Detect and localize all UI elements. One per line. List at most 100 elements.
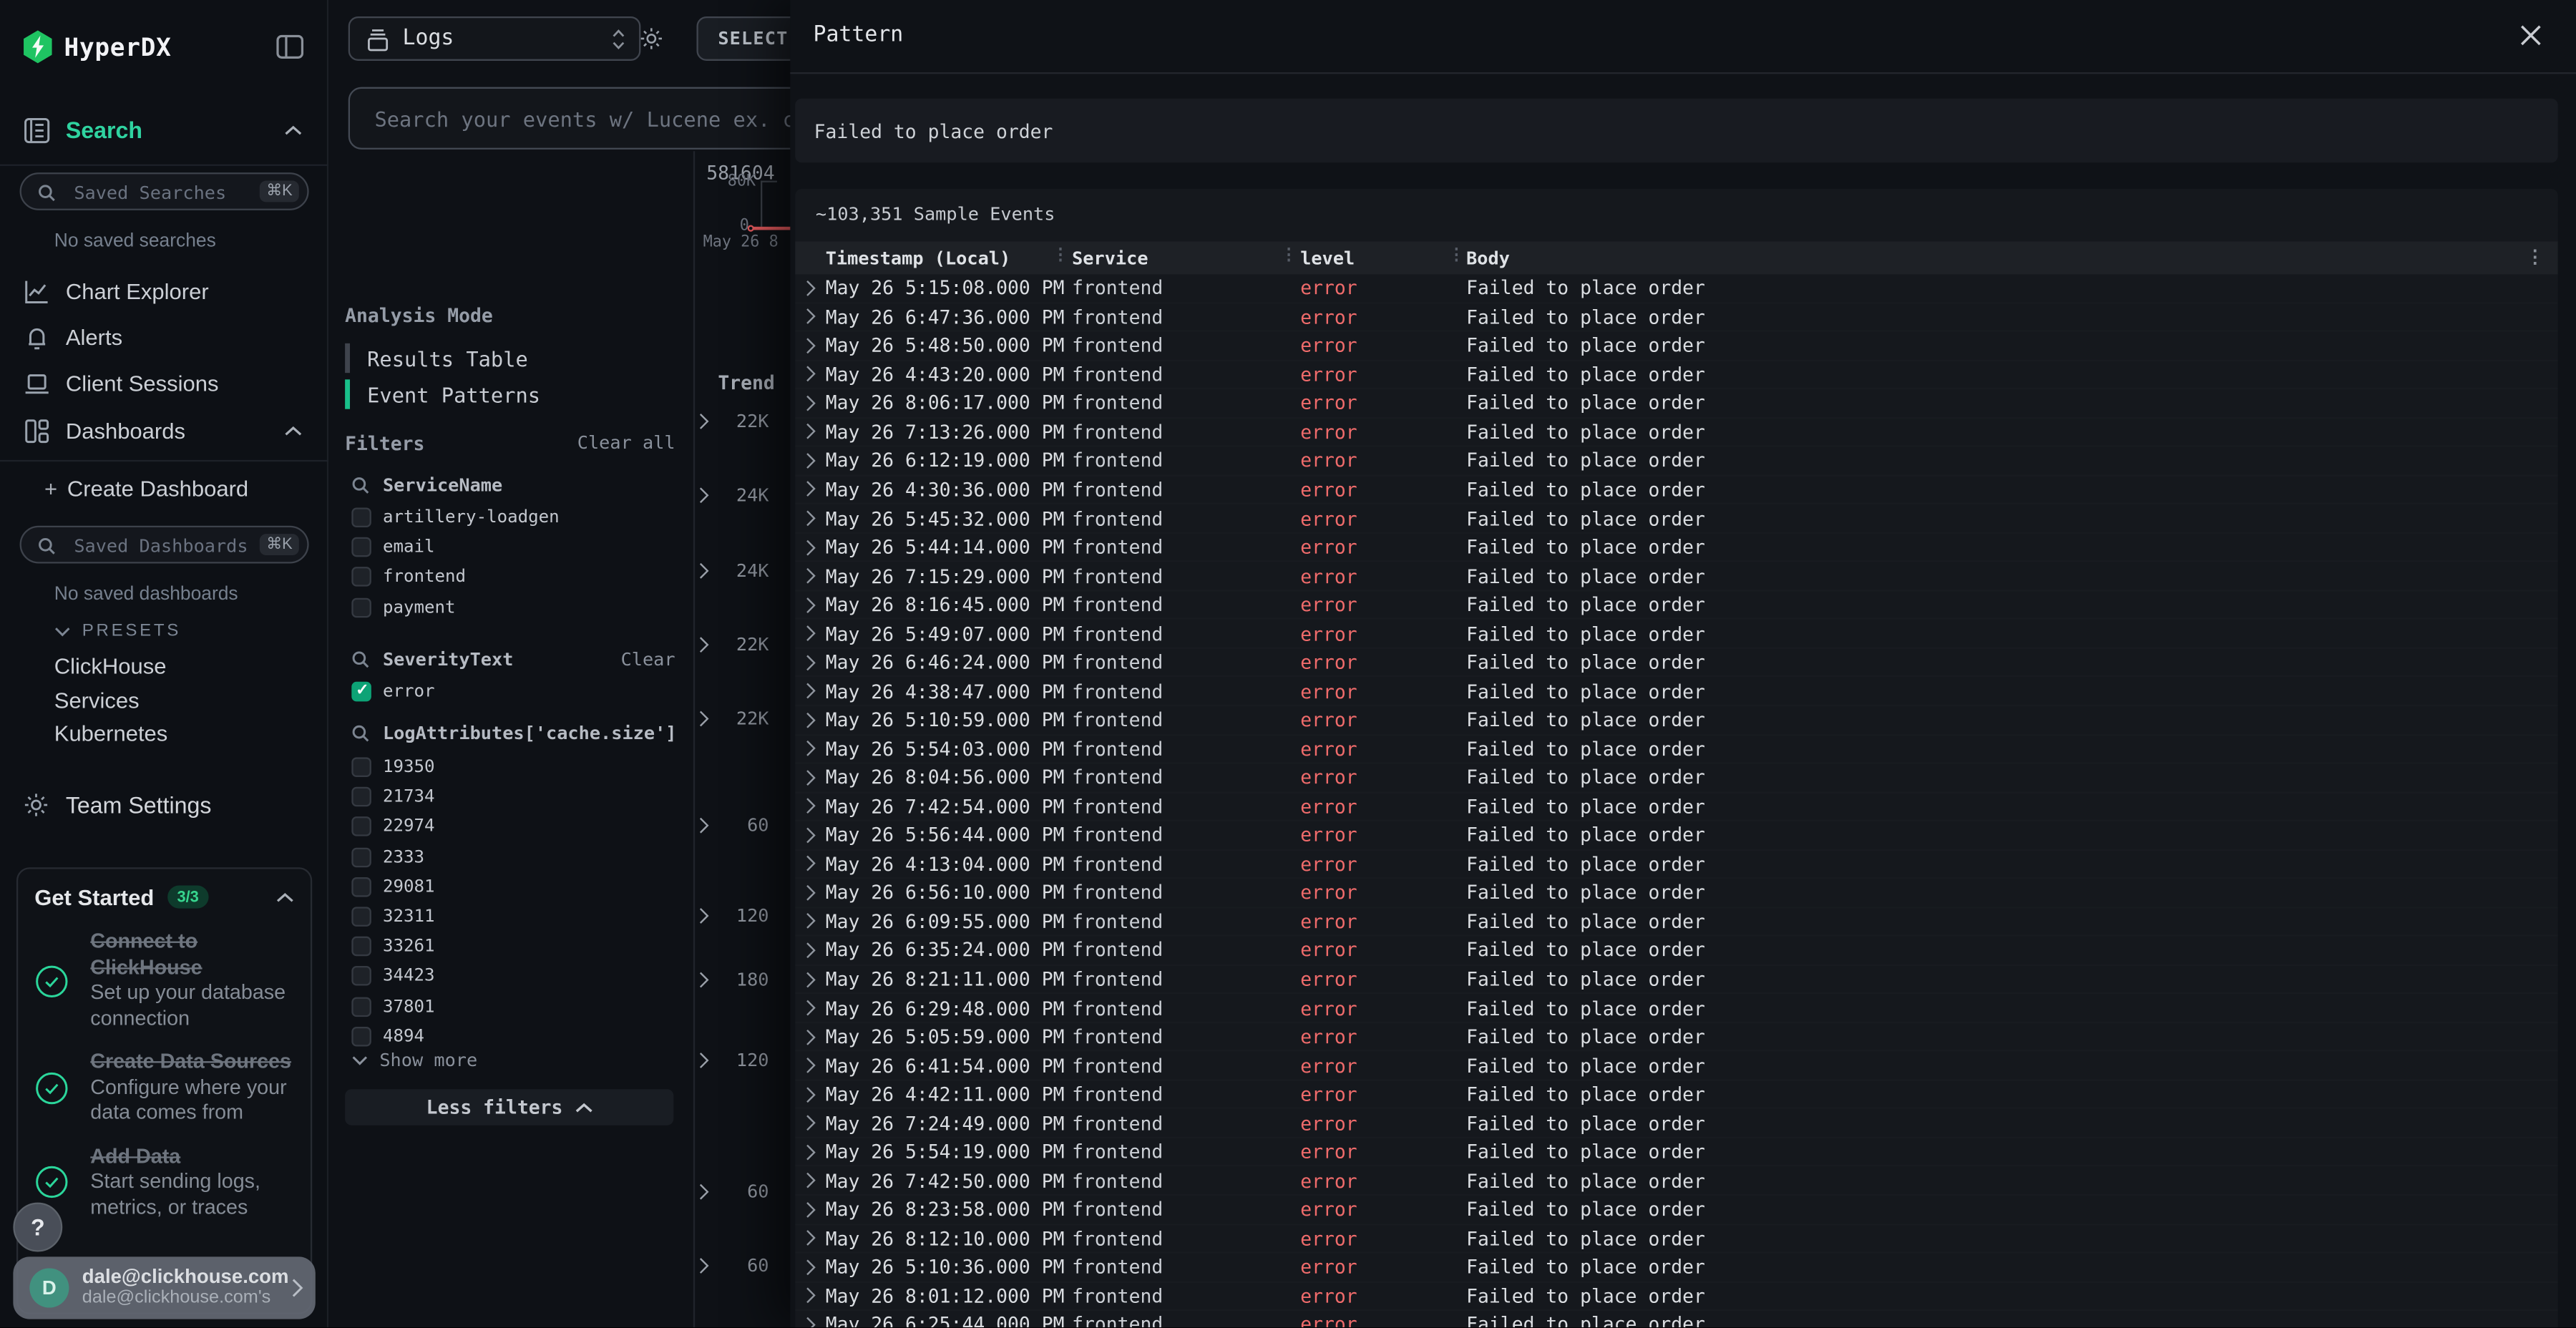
pattern-row[interactable]: 22K	[695, 631, 790, 658]
table-row[interactable]: May 26 6:56:10.000 PM frontend error Fai…	[794, 879, 2557, 908]
saved-dashboards-search[interactable]: ⌘K	[20, 526, 309, 564]
table-row[interactable]: May 26 8:01:12.000 PM frontend error Fai…	[794, 1282, 2557, 1311]
checkbox[interactable]	[351, 787, 371, 807]
get-started-item[interactable]: Add Data Start sending logs, metrics, or…	[34, 1144, 294, 1221]
source-settings-gear-icon[interactable]	[639, 26, 663, 51]
row-expand-chevron-icon[interactable]	[794, 1172, 826, 1190]
checkbox[interactable]	[351, 508, 371, 528]
row-expand-chevron-icon[interactable]	[794, 1027, 826, 1045]
help-button[interactable]: ?	[13, 1203, 62, 1252]
column-header-timestamp[interactable]: Timestamp (Local)	[826, 248, 1072, 269]
table-row[interactable]: May 26 6:47:36.000 PM frontend error Fai…	[794, 303, 2557, 332]
table-row[interactable]: May 26 4:30:36.000 PM frontend error Fai…	[794, 476, 2557, 504]
table-options-kebab-icon[interactable]: ⋮	[2526, 246, 2544, 268]
filter-value-row[interactable]: 32311	[351, 902, 680, 932]
pattern-row[interactable]: 22K	[695, 407, 790, 434]
presets-toggle[interactable]: PRESETS	[54, 621, 181, 641]
pattern-row[interactable]: 60	[695, 1251, 790, 1278]
row-expand-chevron-icon[interactable]	[794, 625, 826, 643]
table-row[interactable]: May 26 7:15:29.000 PM frontend error Fai…	[794, 562, 2557, 591]
checkbox[interactable]	[351, 847, 371, 867]
column-header-service[interactable]: Service	[1072, 248, 1300, 269]
preset-kubernetes[interactable]: Kubernetes	[54, 721, 168, 746]
table-row[interactable]: May 26 8:12:10.000 PM frontend error Fai…	[794, 1225, 2557, 1254]
row-expand-chevron-icon[interactable]	[794, 336, 826, 354]
table-row[interactable]: May 26 8:21:11.000 PM frontend error Fai…	[794, 965, 2557, 994]
saved-dashboards-input[interactable]	[71, 529, 258, 563]
show-more-button[interactable]: Show more	[351, 1050, 477, 1071]
clear-severity-button[interactable]: Clear	[621, 649, 675, 670]
row-expand-chevron-icon[interactable]	[794, 1114, 826, 1132]
pattern-row[interactable]: 24K	[695, 557, 790, 583]
sidebar-item-client-sessions[interactable]: Client Sessions	[0, 360, 328, 406]
row-expand-chevron-icon[interactable]	[794, 797, 826, 815]
row-expand-chevron-icon[interactable]	[794, 912, 826, 930]
filter-value-row[interactable]: 33261	[351, 932, 680, 962]
table-row[interactable]: May 26 4:43:20.000 PM frontend error Fai…	[794, 361, 2557, 389]
saved-searches-search[interactable]: ⌘K	[20, 172, 309, 210]
chevron-right-icon[interactable]	[698, 816, 710, 834]
row-expand-chevron-icon[interactable]	[794, 768, 826, 786]
table-row[interactable]: May 26 7:42:54.000 PM frontend error Fai…	[794, 793, 2557, 821]
checkbox[interactable]	[351, 567, 371, 587]
row-expand-chevron-icon[interactable]	[794, 711, 826, 729]
checkbox[interactable]	[351, 682, 371, 702]
filter-value-row[interactable]: email	[351, 532, 680, 562]
row-expand-chevron-icon[interactable]	[794, 826, 826, 844]
sidebar-item-dashboards[interactable]: Dashboards	[0, 407, 328, 453]
table-row[interactable]: May 26 5:10:59.000 PM frontend error Fai…	[794, 706, 2557, 735]
chevron-right-icon[interactable]	[698, 411, 710, 429]
row-expand-chevron-icon[interactable]	[794, 653, 826, 671]
filter-value-row[interactable]: 34423	[351, 962, 680, 992]
table-row[interactable]: May 26 5:10:36.000 PM frontend error Fai…	[794, 1254, 2557, 1282]
checkbox[interactable]	[351, 537, 371, 557]
chevron-right-icon[interactable]	[698, 1256, 710, 1274]
filter-value-row[interactable]: 2333	[351, 842, 680, 872]
chevron-right-icon[interactable]	[698, 709, 710, 727]
sidebar-collapse-icon[interactable]	[276, 33, 304, 61]
filter-value-row[interactable]: artillery-loadgen	[351, 503, 680, 533]
pattern-row[interactable]: 60	[695, 811, 790, 838]
create-dashboard-button[interactable]: +Create Dashboard	[54, 477, 248, 501]
filter-value-row[interactable]: 21734	[351, 782, 680, 812]
table-row[interactable]: May 26 5:56:44.000 PM frontend error Fai…	[794, 821, 2557, 850]
column-separator-icon[interactable]: ⋮	[1281, 246, 1297, 264]
row-expand-chevron-icon[interactable]	[794, 538, 826, 556]
row-expand-chevron-icon[interactable]	[794, 509, 826, 527]
sidebar-item-search[interactable]: Search	[0, 109, 328, 152]
row-expand-chevron-icon[interactable]	[794, 1229, 826, 1247]
row-expand-chevron-icon[interactable]	[794, 1287, 826, 1305]
checkbox[interactable]	[351, 997, 371, 1017]
table-row[interactable]: May 26 5:48:50.000 PM frontend error Fai…	[794, 332, 2557, 361]
row-expand-chevron-icon[interactable]	[794, 1201, 826, 1219]
chevron-right-icon[interactable]	[698, 906, 710, 924]
table-row[interactable]: May 26 8:23:58.000 PM frontend error Fai…	[794, 1196, 2557, 1224]
pattern-row[interactable]: 120	[695, 1047, 790, 1073]
close-icon[interactable]	[2519, 23, 2543, 47]
sidebar-item-team-settings[interactable]: Team Settings	[0, 782, 328, 828]
row-expand-chevron-icon[interactable]	[794, 481, 826, 499]
user-menu[interactable]: D dale@clickhouse.com dale@clickhouse.co…	[13, 1256, 315, 1319]
checkbox[interactable]	[351, 597, 371, 617]
filter-value-row[interactable]: 22974	[351, 812, 680, 842]
row-expand-chevron-icon[interactable]	[794, 1057, 826, 1075]
table-row[interactable]: May 26 8:16:45.000 PM frontend error Fai…	[794, 591, 2557, 620]
column-header-body[interactable]: Body	[1466, 248, 2557, 269]
row-expand-chevron-icon[interactable]	[794, 1316, 826, 1327]
row-expand-chevron-icon[interactable]	[794, 942, 826, 960]
chevron-right-icon[interactable]	[698, 1182, 710, 1200]
saved-searches-input[interactable]	[71, 176, 258, 210]
pattern-row[interactable]: 24K	[695, 482, 790, 508]
table-row[interactable]: May 26 5:54:19.000 PM frontend error Fai…	[794, 1138, 2557, 1167]
checkbox[interactable]	[351, 1026, 371, 1046]
checkbox[interactable]	[351, 758, 371, 778]
filter-value-row[interactable]: 29081	[351, 872, 680, 902]
table-row[interactable]: May 26 4:42:11.000 PM frontend error Fai…	[794, 1080, 2557, 1109]
row-expand-chevron-icon[interactable]	[794, 682, 826, 700]
chevron-up-icon[interactable]	[284, 124, 302, 135]
chevron-right-icon[interactable]	[698, 635, 710, 653]
table-row[interactable]: May 26 7:24:49.000 PM frontend error Fai…	[794, 1110, 2557, 1138]
checkbox[interactable]	[351, 877, 371, 897]
pattern-row[interactable]: 180	[695, 966, 790, 992]
row-expand-chevron-icon[interactable]	[794, 423, 826, 441]
